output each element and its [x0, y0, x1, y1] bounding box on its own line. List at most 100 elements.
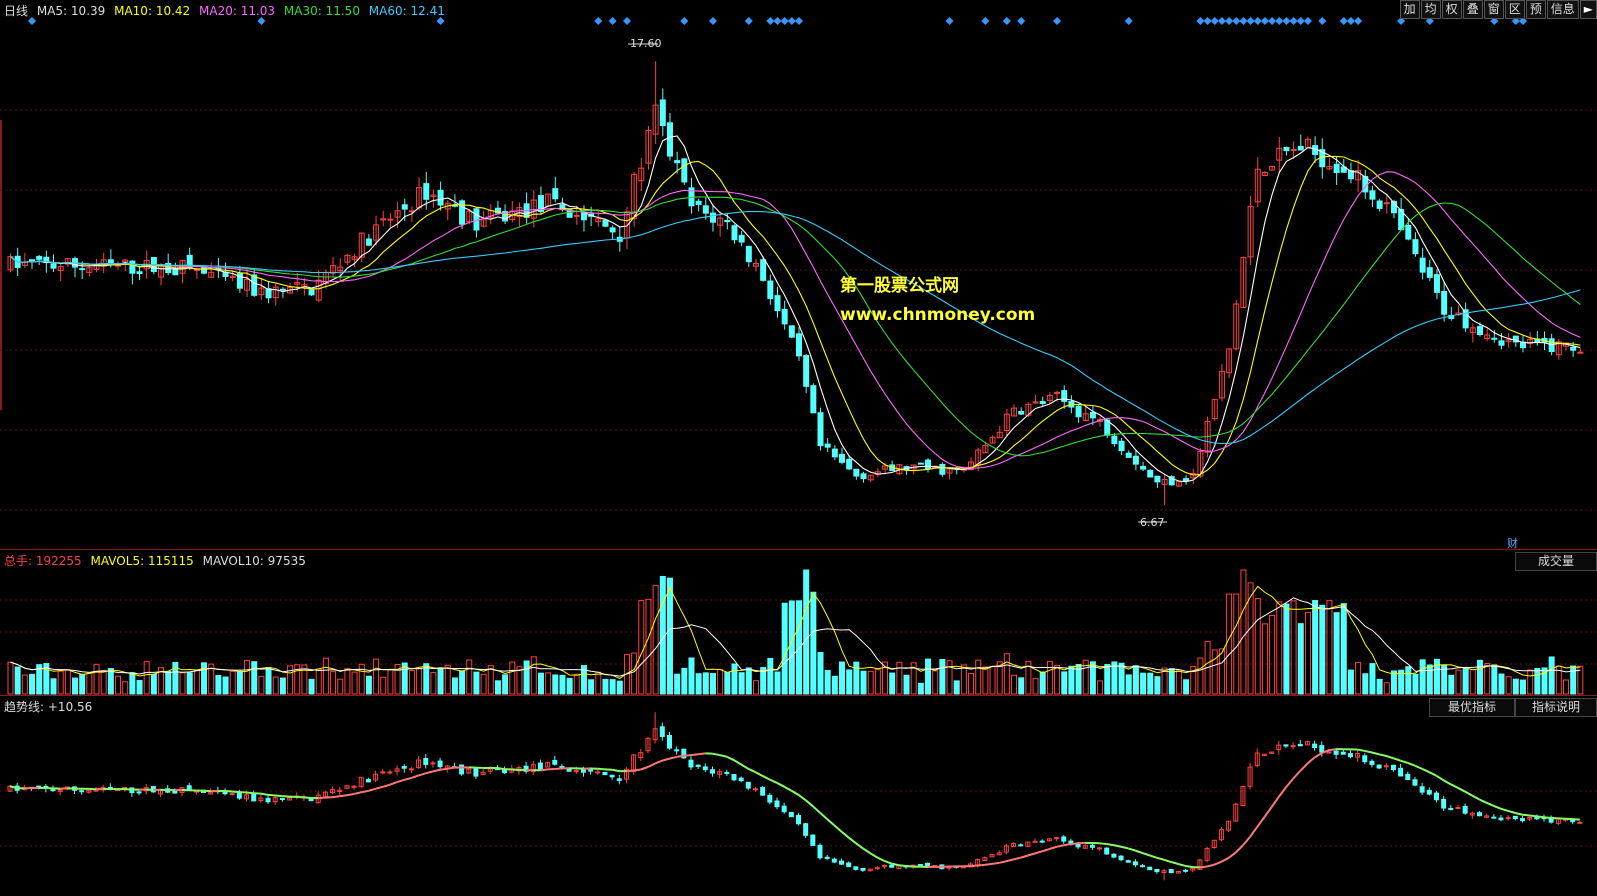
trend-line-segment-50	[361, 789, 369, 794]
finance-icon[interactable]: 财	[1507, 535, 1518, 551]
trend-line-segment-148	[1063, 843, 1072, 847]
volume-bar-79	[573, 673, 580, 695]
volume-bar-98	[709, 673, 716, 695]
toolbar-average-button[interactable]: 均	[1420, 0, 1441, 19]
volume-bar-146	[1054, 664, 1061, 695]
candle-body-119	[860, 473, 867, 480]
indicator-candle-113	[817, 844, 823, 859]
indicator-candle-210	[1512, 815, 1518, 820]
volume-bar-189	[1362, 673, 1369, 695]
volume-bar-60	[437, 668, 444, 695]
volume-bar-155	[1118, 662, 1125, 695]
indicator-candle-205	[1476, 812, 1482, 817]
indicator-panel[interactable]: 趋势线: +10.56 最优指标 指标说明	[0, 696, 1597, 896]
indicator-candle-185	[1333, 750, 1339, 755]
volume-bar-212	[1527, 669, 1534, 695]
volume-bar-185	[1333, 612, 1340, 695]
indicator-candle-18	[136, 791, 142, 794]
volume-bar-191	[1376, 678, 1383, 695]
indicator-explain-button[interactable]: 指标说明	[1515, 698, 1597, 717]
candle-body-96	[695, 200, 702, 205]
indicator-candle-153	[1104, 847, 1110, 855]
trend-line-segment-99	[712, 752, 720, 757]
trend-line-segment-157	[1127, 847, 1136, 852]
volume-bar-110	[796, 600, 802, 695]
candle-body-160	[1154, 475, 1161, 483]
trend-line-segment-161	[1156, 856, 1165, 861]
toolbar-add-button[interactable]: 加	[1399, 0, 1420, 19]
volume-bar-20	[150, 673, 157, 695]
volume-bar-30	[222, 676, 229, 695]
ma20-value: 11.03	[240, 4, 276, 18]
price-panel[interactable]: 日线 MA5: 10.39 MA10: 10.42 MA20: 11.03 MA…	[0, 0, 1597, 550]
volume-button[interactable]: 成交量	[1515, 552, 1597, 571]
volume-bar-90	[652, 584, 659, 695]
indicator-candle-144	[1039, 840, 1045, 843]
ma10-label: MA10:	[114, 4, 152, 18]
volume-bar-36	[265, 667, 272, 695]
trend-line-segment-165	[1185, 864, 1193, 869]
trend-line-segment-160	[1149, 854, 1158, 859]
toolbar-info-button[interactable]: 信息	[1546, 0, 1579, 19]
indicator-candle-84	[609, 774, 615, 778]
volume-bar-184	[1326, 600, 1333, 695]
trend-line-segment-214	[1536, 815, 1545, 819]
candle-body-164	[1183, 478, 1190, 482]
trend-line-segment-209	[1500, 807, 1509, 812]
indicator-candle-10	[79, 790, 85, 793]
trend-line-segment-110	[790, 789, 800, 796]
candle-body-117	[846, 458, 853, 470]
volume-bar-101	[731, 663, 738, 695]
volume-bar-170	[1226, 593, 1233, 695]
volume-bar-107	[774, 671, 781, 695]
volume-bar-38	[279, 677, 286, 695]
next-arrow-icon[interactable]: ►	[1579, 0, 1597, 19]
indicator-candle-207	[1491, 816, 1497, 819]
toolbar-range-button[interactable]: 区	[1504, 0, 1525, 19]
trend-line-segment-136	[977, 863, 985, 867]
indicator-candle-198	[1426, 789, 1432, 795]
best-indicator-button[interactable]: 最优指标	[1429, 698, 1515, 717]
trend-line-segment-105	[755, 771, 764, 777]
volume-bar-37	[272, 676, 279, 695]
total-volume-label: 总手:	[4, 554, 33, 568]
trend-line-segment-121	[869, 852, 878, 859]
toolbar-rights-button[interactable]: 权	[1441, 0, 1462, 19]
indicator-candle-151	[1089, 844, 1095, 848]
candle-body-199	[1433, 274, 1440, 293]
volume-panel[interactable]: 总手: 192255 MAVOL5: 115115 MAVOL10: 97535…	[0, 550, 1597, 696]
signal-diamond-13	[795, 17, 803, 25]
volume-bar-81	[588, 679, 595, 695]
indicator-candle-107	[774, 800, 780, 808]
volume-bar-168	[1211, 649, 1218, 695]
candle-body-109	[788, 325, 795, 338]
candle-body-190	[1369, 190, 1376, 200]
volume-bar-125	[903, 674, 910, 695]
mavol5-value: 115115	[147, 554, 194, 568]
volume-bar-53	[387, 669, 394, 695]
volume-bar-175	[1261, 623, 1268, 695]
trend-line-segment-111	[797, 794, 807, 801]
trend-line-segment-144	[1034, 850, 1043, 855]
indicator-candle-155	[1118, 855, 1124, 861]
trend-line-segment-135	[970, 864, 978, 868]
volume-bar-17	[129, 672, 136, 695]
volume-bar-59	[430, 672, 437, 695]
volume-bar-145	[1046, 660, 1053, 695]
trend-line-segment-58	[418, 772, 427, 777]
signal-diamond-25	[1232, 17, 1241, 25]
toolbar-forecast-button[interactable]: 预	[1525, 0, 1546, 19]
candle-body-108	[781, 308, 788, 325]
candle-body-98	[709, 212, 716, 223]
trend-line-segment-181	[1299, 762, 1309, 772]
indicator-candle-95	[688, 759, 694, 768]
candle-body-157	[1132, 455, 1139, 465]
toolbar-overlay-button[interactable]: 叠	[1462, 0, 1483, 19]
volume-bar-131	[946, 660, 953, 695]
toolbar-window-button[interactable]: 窗	[1483, 0, 1504, 19]
volume-bar-96	[695, 673, 702, 695]
trend-line-segment-202	[1450, 783, 1459, 789]
trend-line-segment-123	[884, 860, 893, 865]
indicator-candle-160	[1154, 868, 1160, 873]
indicator-candle-147	[1061, 836, 1067, 842]
